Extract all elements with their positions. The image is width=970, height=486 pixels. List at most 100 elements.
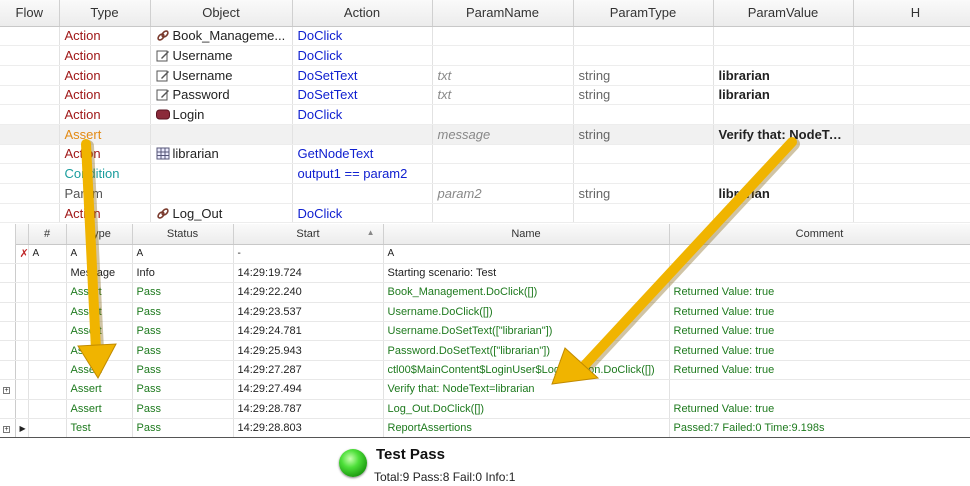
result-row[interactable]: Assert Pass 14:29:24.781 Username.DoSetText… — [0, 321, 970, 342]
step-paramname-cell[interactable] — [432, 144, 574, 165]
results-col-type[interactable]: Type — [66, 224, 133, 245]
step-type-cell[interactable]: Action — [59, 144, 151, 165]
step-action-cell[interactable]: DoClick — [292, 26, 433, 47]
result-type-cell[interactable]: Test — [66, 418, 133, 439]
step-action-cell[interactable]: DoSetText — [292, 65, 433, 86]
result-comment-cell[interactable]: Returned Value: true — [669, 399, 970, 420]
row-expand-icon[interactable]: + — [0, 418, 16, 439]
step-action-cell[interactable]: DoClick — [292, 45, 433, 66]
step-h-cell[interactable] — [853, 26, 970, 47]
filter-cell[interactable]: - — [233, 244, 384, 264]
step-row[interactable]: Action Login DoClick — [0, 104, 970, 125]
step-paramname-cell[interactable] — [432, 104, 574, 125]
step-paramtype-cell[interactable] — [573, 203, 714, 224]
result-comment-cell[interactable]: Returned Value: true — [669, 340, 970, 361]
step-object-cell[interactable]: librarian — [150, 144, 293, 165]
step-type-cell[interactable]: Param — [59, 183, 151, 204]
result-status-cell[interactable]: Pass — [132, 282, 234, 303]
result-start-cell[interactable]: 14:29:27.287 — [233, 360, 384, 381]
result-status-cell[interactable]: Pass — [132, 418, 234, 439]
filter-cell[interactable]: A — [383, 244, 670, 264]
result-status-cell[interactable]: Pass — [132, 360, 234, 381]
step-paramvalue-cell[interactable]: librarian — [713, 183, 854, 204]
step-paramvalue-cell[interactable]: librarian — [713, 85, 854, 106]
result-status-cell[interactable]: Pass — [132, 321, 234, 342]
step-flow-cell[interactable] — [0, 65, 60, 86]
row-expand-icon[interactable]: + — [0, 379, 16, 400]
result-row[interactable]: Assert Pass 14:29:22.240 Book_Management.Do… — [0, 282, 970, 303]
result-name-cell[interactable]: Username.DoClick([]) — [383, 302, 670, 323]
step-paramname-cell[interactable]: message — [432, 124, 574, 145]
step-paramname-cell[interactable] — [432, 203, 574, 224]
step-h-cell[interactable] — [853, 203, 970, 224]
step-row[interactable]: Action Book_Manageme... DoClick — [0, 26, 970, 47]
step-flow-cell[interactable] — [0, 45, 60, 66]
result-start-cell[interactable]: 14:29:28.803 — [233, 418, 384, 439]
result-comment-cell[interactable]: Passed:7 Failed:0 Time:9.198s — [669, 418, 970, 439]
col-header-paramname[interactable]: ParamName — [432, 0, 574, 27]
step-paramtype-cell[interactable] — [573, 144, 714, 165]
step-paramname-cell[interactable]: param2 — [432, 183, 574, 204]
step-paramtype-cell[interactable]: string — [573, 85, 714, 106]
step-object-cell[interactable] — [150, 183, 293, 204]
result-type-cell[interactable]: Assert — [66, 379, 133, 400]
col-header-action[interactable]: Action — [292, 0, 433, 27]
result-start-cell[interactable]: 14:29:27.494 — [233, 379, 384, 400]
result-row[interactable]: Assert Pass 14:29:27.287 ctl00$MainContent$… — [0, 360, 970, 381]
step-object-cell[interactable] — [150, 163, 293, 184]
result-status-cell[interactable]: Info — [132, 263, 234, 284]
result-name-cell[interactable]: Book_Management.DoClick([]) — [383, 282, 670, 303]
step-flow-cell[interactable] — [0, 124, 60, 145]
step-action-cell[interactable] — [292, 124, 433, 145]
step-h-cell[interactable] — [853, 124, 970, 145]
step-paramname-cell[interactable] — [432, 26, 574, 47]
result-row[interactable]: Assert Pass 14:29:28.787 Log_Out.DoClick([]… — [0, 399, 970, 420]
step-flow-cell[interactable] — [0, 203, 60, 224]
step-type-cell[interactable]: Condition — [59, 163, 151, 184]
result-type-cell[interactable]: Assert — [66, 360, 133, 381]
result-type-cell[interactable]: Assert — [66, 302, 133, 323]
result-name-cell[interactable]: Verify that: NodeText=librarian — [383, 379, 670, 400]
step-paramtype-cell[interactable] — [573, 104, 714, 125]
results-col-name[interactable]: Name — [383, 224, 670, 245]
col-header-type[interactable]: Type — [59, 0, 151, 27]
step-paramtype-cell[interactable] — [573, 26, 714, 47]
result-comment-cell[interactable]: Returned Value: true — [669, 321, 970, 342]
step-h-cell[interactable] — [853, 85, 970, 106]
step-paramvalue-cell[interactable] — [713, 104, 854, 125]
result-status-cell[interactable]: Pass — [132, 399, 234, 420]
result-type-cell[interactable]: Assert — [66, 340, 133, 361]
result-row[interactable]: + Assert Pass 14:29:27.494 Verify that: Node… — [0, 379, 970, 400]
filter-pin-icon[interactable]: ✗ — [15, 244, 29, 264]
step-h-cell[interactable] — [853, 104, 970, 125]
step-type-cell[interactable]: Action — [59, 65, 151, 86]
result-name-cell[interactable]: Username.DoSetText(["librarian"]) — [383, 321, 670, 342]
filter-cell[interactable] — [669, 244, 970, 264]
step-paramtype-cell[interactable]: string — [573, 124, 714, 145]
result-type-cell[interactable]: Assert — [66, 321, 133, 342]
step-paramname-cell[interactable]: txt — [432, 65, 574, 86]
result-row[interactable]: Assert Pass 14:29:25.943 Password.DoSetText… — [0, 340, 970, 361]
results-col-comment[interactable]: Comment — [669, 224, 970, 245]
step-type-cell[interactable]: Assert — [59, 124, 151, 145]
result-start-cell[interactable]: 14:29:23.537 — [233, 302, 384, 323]
step-row[interactable]: Assert message string Verify that: NodeText… — [0, 124, 970, 145]
result-name-cell[interactable]: Password.DoSetText(["librarian"]) — [383, 340, 670, 361]
result-comment-cell[interactable]: Returned Value: true — [669, 302, 970, 323]
col-header-paramvalue[interactable]: ParamValue — [713, 0, 854, 27]
step-object-cell[interactable]: Login — [150, 104, 293, 125]
result-type-cell[interactable]: Assert — [66, 282, 133, 303]
results-col-number[interactable]: # — [28, 224, 67, 245]
result-name-cell[interactable]: Starting scenario: Test — [383, 263, 670, 284]
result-start-cell[interactable]: 14:29:25.943 — [233, 340, 384, 361]
result-name-cell[interactable]: ctl00$MainContent$LoginUser$LoginButton.… — [383, 360, 670, 381]
result-comment-cell[interactable]: Returned Value: true — [669, 282, 970, 303]
step-row[interactable]: Action Username DoSetText txt string libraria… — [0, 65, 970, 86]
filter-cell[interactable]: A — [66, 244, 133, 264]
step-paramtype-cell[interactable] — [573, 45, 714, 66]
step-object-cell[interactable]: Log_Out — [150, 203, 293, 224]
step-type-cell[interactable]: Action — [59, 85, 151, 106]
result-type-cell[interactable]: Assert — [66, 399, 133, 420]
step-paramvalue-cell[interactable] — [713, 144, 854, 165]
step-flow-cell[interactable] — [0, 26, 60, 47]
